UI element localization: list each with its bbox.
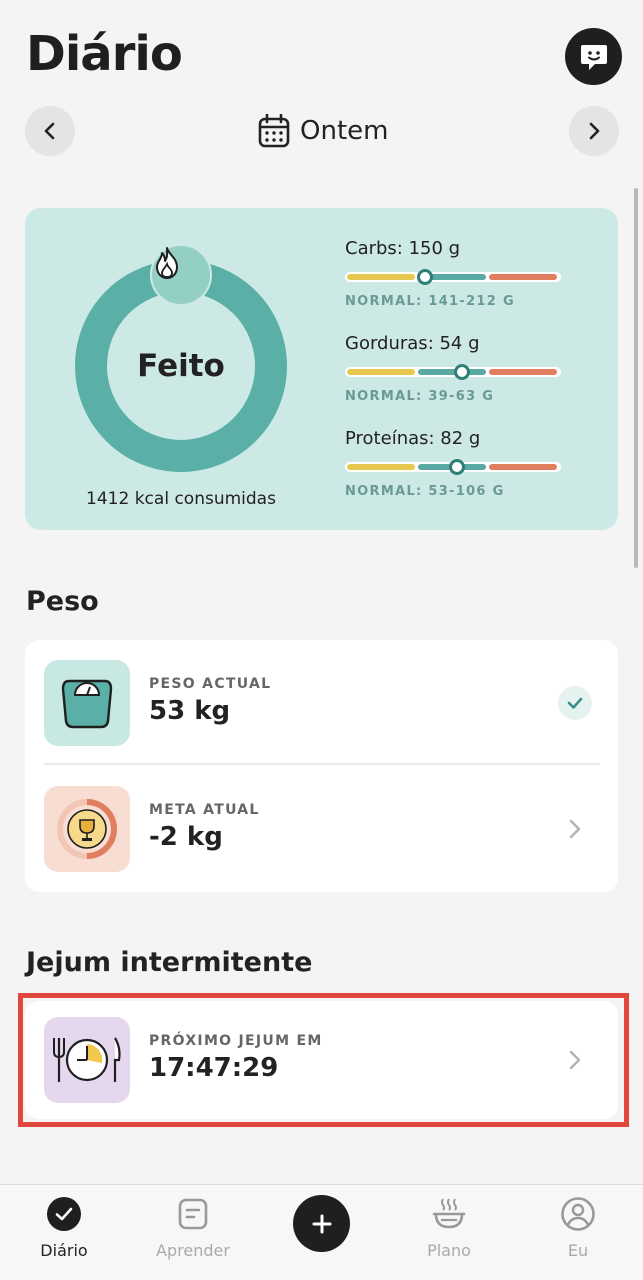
nav-item-plano[interactable]: Plano — [394, 1195, 504, 1260]
macro-title: Proteínas: 82 g — [345, 428, 481, 449]
user-icon — [561, 1197, 595, 1231]
scale-thumbnail — [44, 660, 130, 746]
macro-title: Gorduras: 54 g — [345, 333, 480, 354]
nav-label: Plano — [427, 1241, 471, 1260]
current-weight-value: 53 kg — [149, 696, 231, 726]
chevron-left-icon — [44, 122, 55, 140]
macro-title: Carbs: 150 g — [345, 238, 461, 259]
chat-button[interactable] — [565, 28, 622, 85]
scrollbar[interactable] — [634, 188, 638, 568]
macro-indicator — [453, 364, 470, 380]
macro-fats: Gorduras: 54 g NORMAL: 39-63 G — [345, 331, 575, 404]
nav-label: Aprender — [156, 1241, 230, 1260]
scale-icon — [61, 679, 113, 729]
weight-section-title: Peso — [26, 586, 99, 617]
goal-weight-value: -2 kg — [149, 822, 223, 852]
fasting-section-title: Jejum intermitente — [26, 947, 313, 978]
chat-bubble-icon — [580, 44, 607, 70]
notes-icon — [178, 1198, 208, 1230]
check-circle-icon — [47, 1197, 81, 1231]
macro-normal-range: NORMAL: 53-106 G — [345, 484, 505, 499]
nav-label: Diário — [40, 1241, 88, 1260]
macro-normal-range: NORMAL: 39-63 G — [345, 389, 495, 404]
nutrition-summary-card[interactable]: Feito 1412 kcal consumidas Carbs: 150 g … — [25, 208, 618, 530]
nav-label: Eu — [567, 1241, 589, 1260]
weight-card: PESO ACTUAL 53 kg META ATUAL -2 kg — [25, 640, 618, 892]
ring-status-text: Feito — [137, 348, 225, 384]
trophy-goal-icon — [57, 799, 117, 859]
plus-icon — [312, 1214, 331, 1233]
highlight-frame — [18, 993, 629, 1127]
current-weight-label: PESO ACTUAL — [149, 676, 272, 692]
chevron-right-icon — [558, 812, 592, 846]
nav-item-diario[interactable]: Diário — [9, 1195, 119, 1260]
calorie-ring: Feito — [75, 244, 287, 472]
goal-weight-row[interactable]: META ATUAL -2 kg — [25, 766, 618, 892]
macro-normal-range: NORMAL: 141-212 G — [345, 294, 515, 309]
macro-range-bar — [345, 269, 561, 285]
bowl-icon — [432, 1198, 466, 1229]
flame-badge — [150, 244, 212, 306]
nav-item-aprender[interactable]: Aprender — [138, 1195, 248, 1260]
date-label: Ontem — [300, 116, 389, 146]
divider — [44, 763, 600, 765]
flame-icon — [156, 247, 178, 279]
check-badge — [558, 686, 592, 720]
kcal-consumed-text: 1412 kcal consumidas — [86, 489, 276, 509]
macro-range-bar — [345, 459, 561, 475]
goal-thumbnail — [44, 786, 130, 872]
date-selector[interactable]: Ontem — [258, 112, 388, 150]
previous-day-button[interactable] — [25, 106, 75, 156]
next-day-button[interactable] — [569, 106, 619, 156]
macro-carbs: Carbs: 150 g NORMAL: 141-212 G — [345, 236, 575, 309]
macro-proteins: Proteínas: 82 g NORMAL: 53-106 G — [345, 426, 575, 499]
macro-indicator — [449, 459, 466, 475]
macro-indicator — [416, 269, 433, 285]
check-icon — [567, 697, 583, 709]
goal-weight-label: META ATUAL — [149, 802, 260, 818]
calendar-icon — [258, 114, 290, 148]
bottom-nav: Diário Aprender Plano Eu — [0, 1184, 643, 1280]
nav-item-eu[interactable]: Eu — [523, 1195, 633, 1260]
macro-range-bar — [345, 364, 561, 380]
current-weight-row[interactable]: PESO ACTUAL 53 kg — [25, 640, 618, 766]
add-button[interactable] — [293, 1195, 350, 1252]
chevron-right-icon — [589, 122, 600, 140]
page-title: Diário — [26, 26, 183, 82]
